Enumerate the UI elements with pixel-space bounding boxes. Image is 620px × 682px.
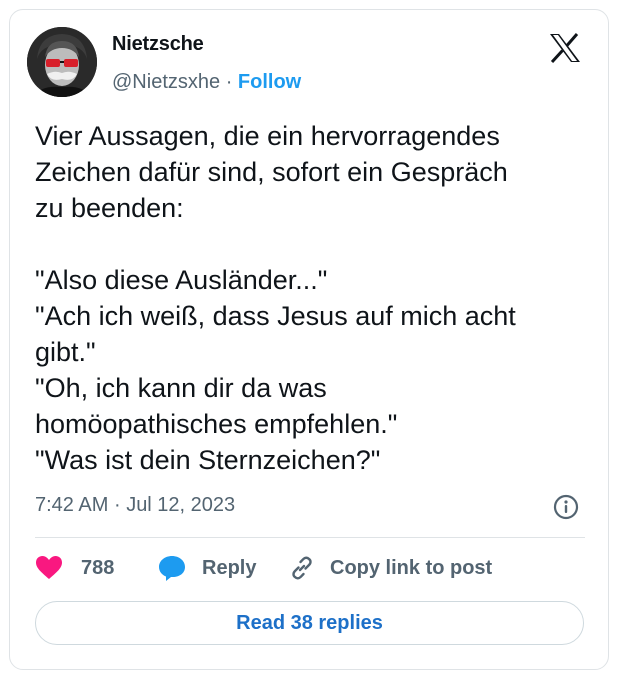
copy-link-button[interactable]: Copy link to post bbox=[288, 552, 492, 584]
avatar[interactable] bbox=[27, 27, 97, 97]
author-name[interactable]: Nietzsche bbox=[112, 33, 204, 56]
author-handle[interactable]: @Nietzsxhe bbox=[112, 71, 220, 93]
x-logo-icon[interactable] bbox=[549, 33, 581, 64]
handle-separator: · bbox=[225, 71, 233, 93]
link-icon bbox=[292, 556, 312, 580]
avatar-portrait-image bbox=[27, 27, 97, 97]
read-replies-button[interactable]: Read 38 replies bbox=[35, 601, 584, 645]
tweet-date: Jul 12, 2023 bbox=[126, 494, 236, 516]
tweet-actions: 788 Reply Copy link to post bbox=[35, 552, 585, 584]
copy-link-label: Copy link to post bbox=[330, 556, 493, 579]
tweet-time: 7:42 AM bbox=[35, 494, 109, 516]
author-handle-row: @Nietzsxhe · Follow bbox=[112, 71, 301, 94]
info-icon[interactable] bbox=[553, 494, 579, 520]
tweet-timestamp[interactable]: 7:42 AM · Jul 12, 2023 bbox=[35, 494, 235, 517]
heart-icon bbox=[36, 556, 62, 579]
follow-link[interactable]: Follow bbox=[238, 71, 301, 93]
timestamp-separator: · bbox=[113, 494, 121, 516]
tweet-text: Vier Aussagen, die ein hervorragendes Ze… bbox=[35, 121, 516, 475]
speech-bubble-icon bbox=[159, 556, 185, 581]
like-button[interactable]: 788 bbox=[35, 552, 114, 584]
reply-button[interactable]: Reply bbox=[158, 552, 256, 584]
likes-count: 788 bbox=[81, 556, 115, 579]
divider bbox=[35, 537, 585, 538]
reply-label: Reply bbox=[202, 556, 257, 579]
